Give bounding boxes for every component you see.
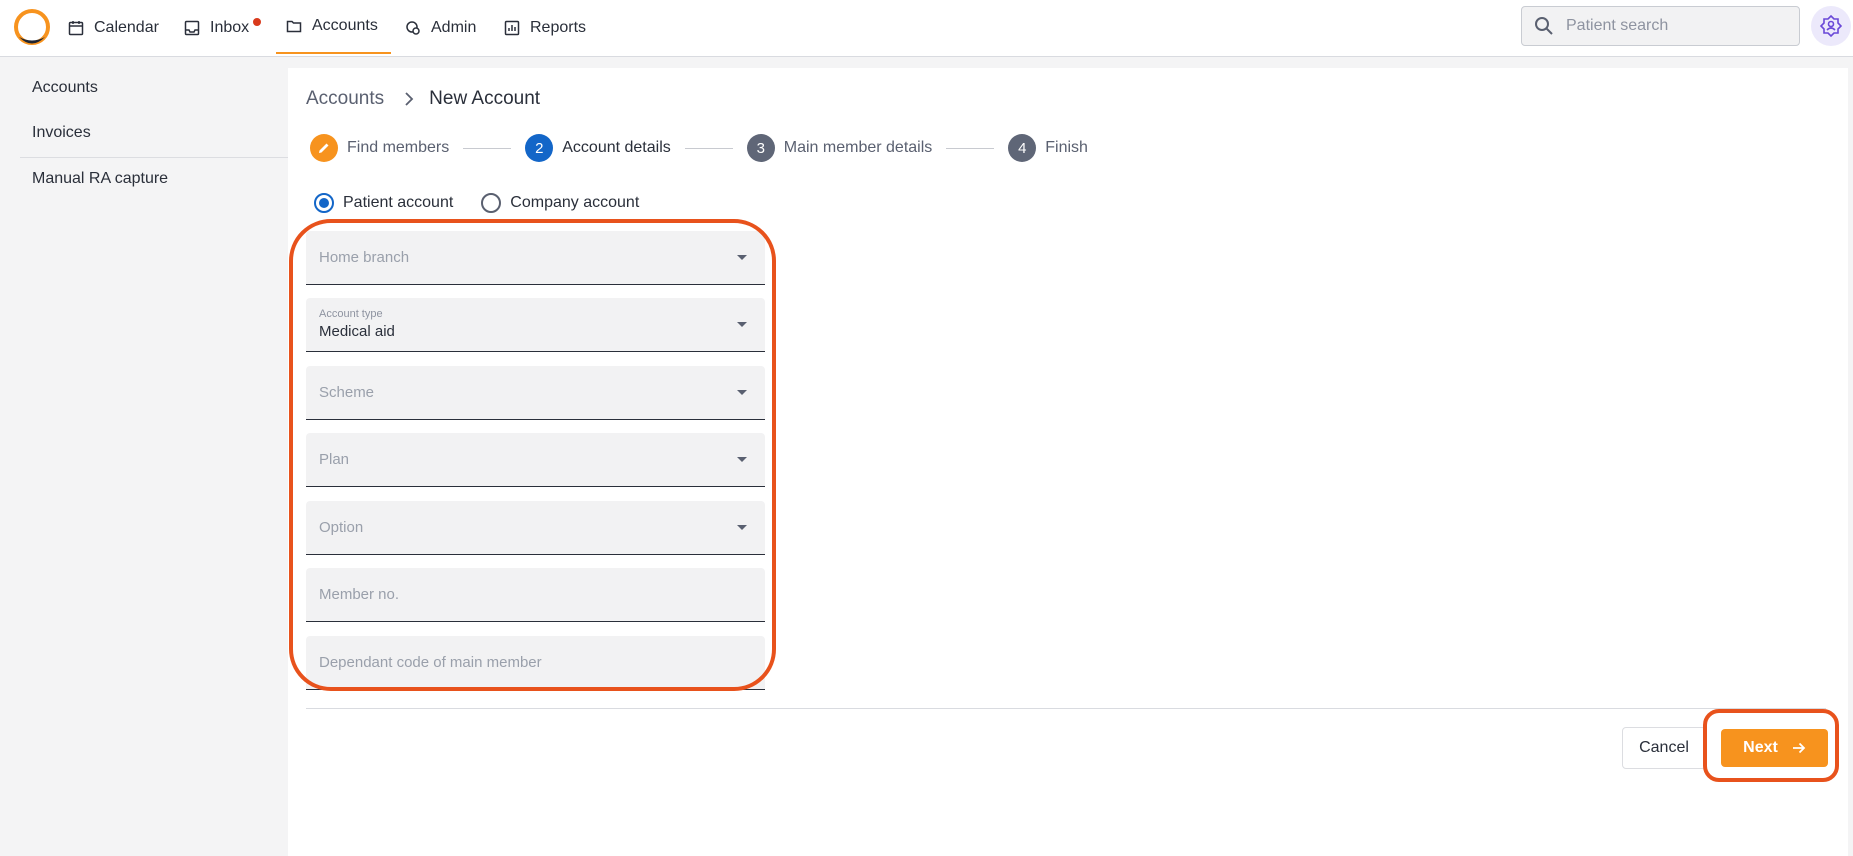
footer-divider xyxy=(306,708,1826,709)
nav-admin-label: Admin xyxy=(431,19,477,36)
arrow-right-icon xyxy=(1792,742,1806,754)
dependant-code-placeholder: Dependant code of main member xyxy=(319,654,542,671)
scheme-select[interactable]: Scheme xyxy=(306,366,765,420)
plan-placeholder: Plan xyxy=(319,451,350,468)
scheme-placeholder: Scheme xyxy=(319,384,375,401)
nav-inbox-label: Inbox xyxy=(210,19,250,36)
patient-account-label[interactable]: Patient account xyxy=(343,194,453,212)
nav-calendar[interactable]: Calendar xyxy=(68,0,159,56)
account-type-select[interactable]: Account type Medical aid xyxy=(306,298,765,352)
step-label: Find members xyxy=(347,139,450,156)
cancel-button[interactable]: Cancel xyxy=(1622,727,1706,769)
account-type-label: Account type xyxy=(319,308,383,320)
company-account-radio[interactable] xyxy=(481,193,502,213)
next-button[interactable]: Next xyxy=(1721,729,1828,767)
nav-reports[interactable]: Reports xyxy=(504,0,586,56)
member-no-placeholder: Member no. xyxy=(319,586,400,603)
sidebar-divider xyxy=(20,157,300,158)
inbox-notification-dot xyxy=(253,18,261,26)
sidebar-item-accounts[interactable]: Accounts xyxy=(32,79,98,97)
dropdown-caret-icon xyxy=(737,390,747,395)
top-navigation-bar: Calendar Inbox Accounts Admin Reports xyxy=(0,0,1853,57)
progress-stepper: Find members 2 Account details 3 Main me… xyxy=(310,134,1088,162)
patient-search[interactable] xyxy=(1521,6,1800,46)
step-main-member-details[interactable]: 3 Main member details xyxy=(746,134,933,162)
calendar-icon xyxy=(68,21,84,36)
step-connector xyxy=(684,147,733,149)
nav-reports-label: Reports xyxy=(530,19,587,36)
step-label: Main member details xyxy=(783,139,933,156)
dropdown-caret-icon xyxy=(737,457,747,462)
company-account-label[interactable]: Company account xyxy=(510,194,639,212)
sidebar: Accounts Invoices Manual RA capture xyxy=(0,57,300,856)
admin-icon xyxy=(406,21,420,35)
dependant-code-field[interactable]: Dependant code of main member xyxy=(306,636,765,690)
dropdown-caret-icon xyxy=(737,255,747,260)
patient-search-input[interactable] xyxy=(1564,16,1788,36)
step-number: 3 xyxy=(746,134,775,162)
option-select[interactable]: Option xyxy=(306,501,765,555)
user-badge-icon xyxy=(1820,15,1842,37)
nav-inbox[interactable]: Inbox xyxy=(184,0,249,56)
inbox-icon xyxy=(184,20,200,36)
breadcrumb: Accounts New Account xyxy=(306,88,540,110)
nav-calendar-label: Calendar xyxy=(94,19,159,36)
nav-accounts-label: Accounts xyxy=(312,17,378,34)
chevron-right-icon xyxy=(405,92,414,106)
nav-admin[interactable]: Admin xyxy=(405,0,476,56)
step-label: Account details xyxy=(562,139,671,156)
step-number: 2 xyxy=(525,134,554,162)
home-branch-placeholder: Home branch xyxy=(319,249,410,266)
sidebar-item-manual-ra-capture[interactable]: Manual RA capture xyxy=(32,170,168,188)
step-account-details[interactable]: 2 Account details xyxy=(525,134,671,162)
step-number: 4 xyxy=(1008,134,1037,162)
sidebar-item-invoices[interactable]: Invoices xyxy=(32,124,91,142)
plan-select[interactable]: Plan xyxy=(306,433,765,487)
folder-icon xyxy=(286,20,302,33)
step-label: Finish xyxy=(1045,139,1088,156)
step-finish[interactable]: 4 Finish xyxy=(1008,134,1088,162)
page-title: New Account xyxy=(429,88,541,109)
breadcrumb-accounts-link[interactable]: Accounts xyxy=(306,88,384,110)
member-no-field[interactable]: Member no. xyxy=(306,568,765,622)
account-type-value: Medical aid xyxy=(319,323,395,340)
patient-account-radio[interactable] xyxy=(314,193,334,213)
nav-accounts[interactable]: Accounts xyxy=(276,0,391,54)
dropdown-caret-icon xyxy=(737,322,747,327)
avatar[interactable] xyxy=(1811,6,1851,46)
step-connector xyxy=(463,147,512,149)
search-icon xyxy=(1535,17,1553,35)
pencil-icon xyxy=(310,134,338,162)
dropdown-caret-icon xyxy=(737,525,747,530)
next-button-label: Next xyxy=(1743,739,1778,756)
option-placeholder: Option xyxy=(319,519,364,536)
reports-icon xyxy=(504,20,520,36)
step-connector xyxy=(946,147,995,149)
account-kind-group: Patient account Company account xyxy=(314,193,639,213)
home-branch-select[interactable]: Home branch xyxy=(306,231,765,285)
step-find-members[interactable]: Find members xyxy=(310,134,449,162)
app-logo[interactable] xyxy=(13,8,51,46)
